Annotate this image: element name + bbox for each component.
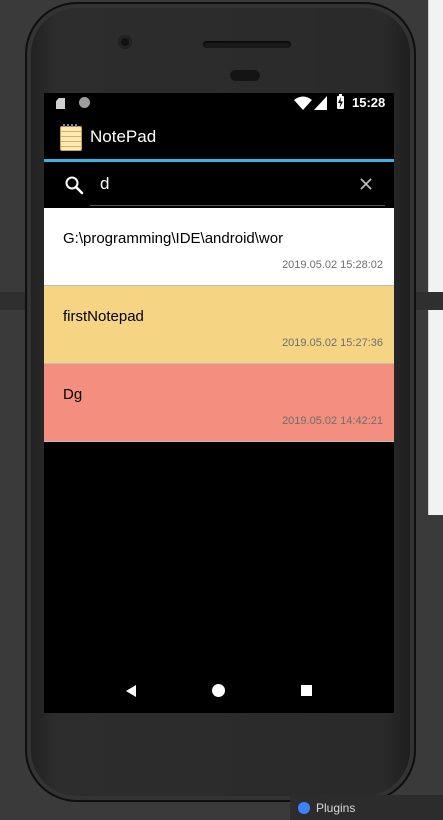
search-underline [90, 205, 385, 206]
search-input[interactable]: d [100, 174, 109, 194]
wifi-icon [294, 96, 312, 110]
note-title: firstNotepad [63, 308, 144, 325]
sd-card-icon [56, 98, 65, 109]
home-icon[interactable] [212, 684, 225, 697]
back-icon[interactable] [126, 685, 136, 697]
status-bar: 15:28 [44, 93, 394, 113]
signal-icon [314, 96, 327, 110]
recents-icon[interactable] [301, 685, 312, 696]
note-timestamp: 2019.05.02 15:28:02 [282, 259, 383, 271]
ide-footer-text[interactable]: Plugins [316, 801, 355, 815]
search-bar: d [44, 162, 394, 208]
circle-notification-icon [79, 97, 90, 108]
note-item[interactable]: Dg 2019.05.02 14:42:21 [44, 364, 394, 442]
note-title: Dg [63, 386, 83, 403]
status-time: 15:28 [352, 95, 386, 110]
ide-status-footer: Plugins [290, 795, 443, 820]
note-item[interactable]: firstNotepad 2019.05.02 15:27:36 [44, 286, 394, 364]
earpiece-speaker [203, 41, 291, 48]
note-timestamp: 2019.05.02 14:42:21 [282, 415, 383, 427]
app-title: NotePad [90, 127, 157, 146]
info-icon [298, 801, 310, 814]
notepad-icon [60, 124, 82, 151]
device-screen: 15:28 NotePad d G:\programming\IDE\andro… [44, 93, 394, 713]
notes-list: G:\programming\IDE\android\wor 2019.05.0… [44, 208, 394, 442]
front-camera [118, 35, 132, 49]
sensor [230, 70, 260, 81]
ide-side-panel [428, 0, 443, 515]
note-title: G:\programming\IDE\android\wor [63, 230, 284, 247]
battery-charging-icon [337, 94, 344, 109]
clear-icon[interactable] [359, 177, 373, 191]
app-bar: NotePad [44, 113, 394, 162]
note-item[interactable]: G:\programming\IDE\android\wor 2019.05.0… [44, 208, 394, 286]
note-timestamp: 2019.05.02 15:27:36 [282, 337, 383, 349]
navigation-bar [44, 669, 394, 713]
search-icon[interactable] [64, 175, 84, 195]
